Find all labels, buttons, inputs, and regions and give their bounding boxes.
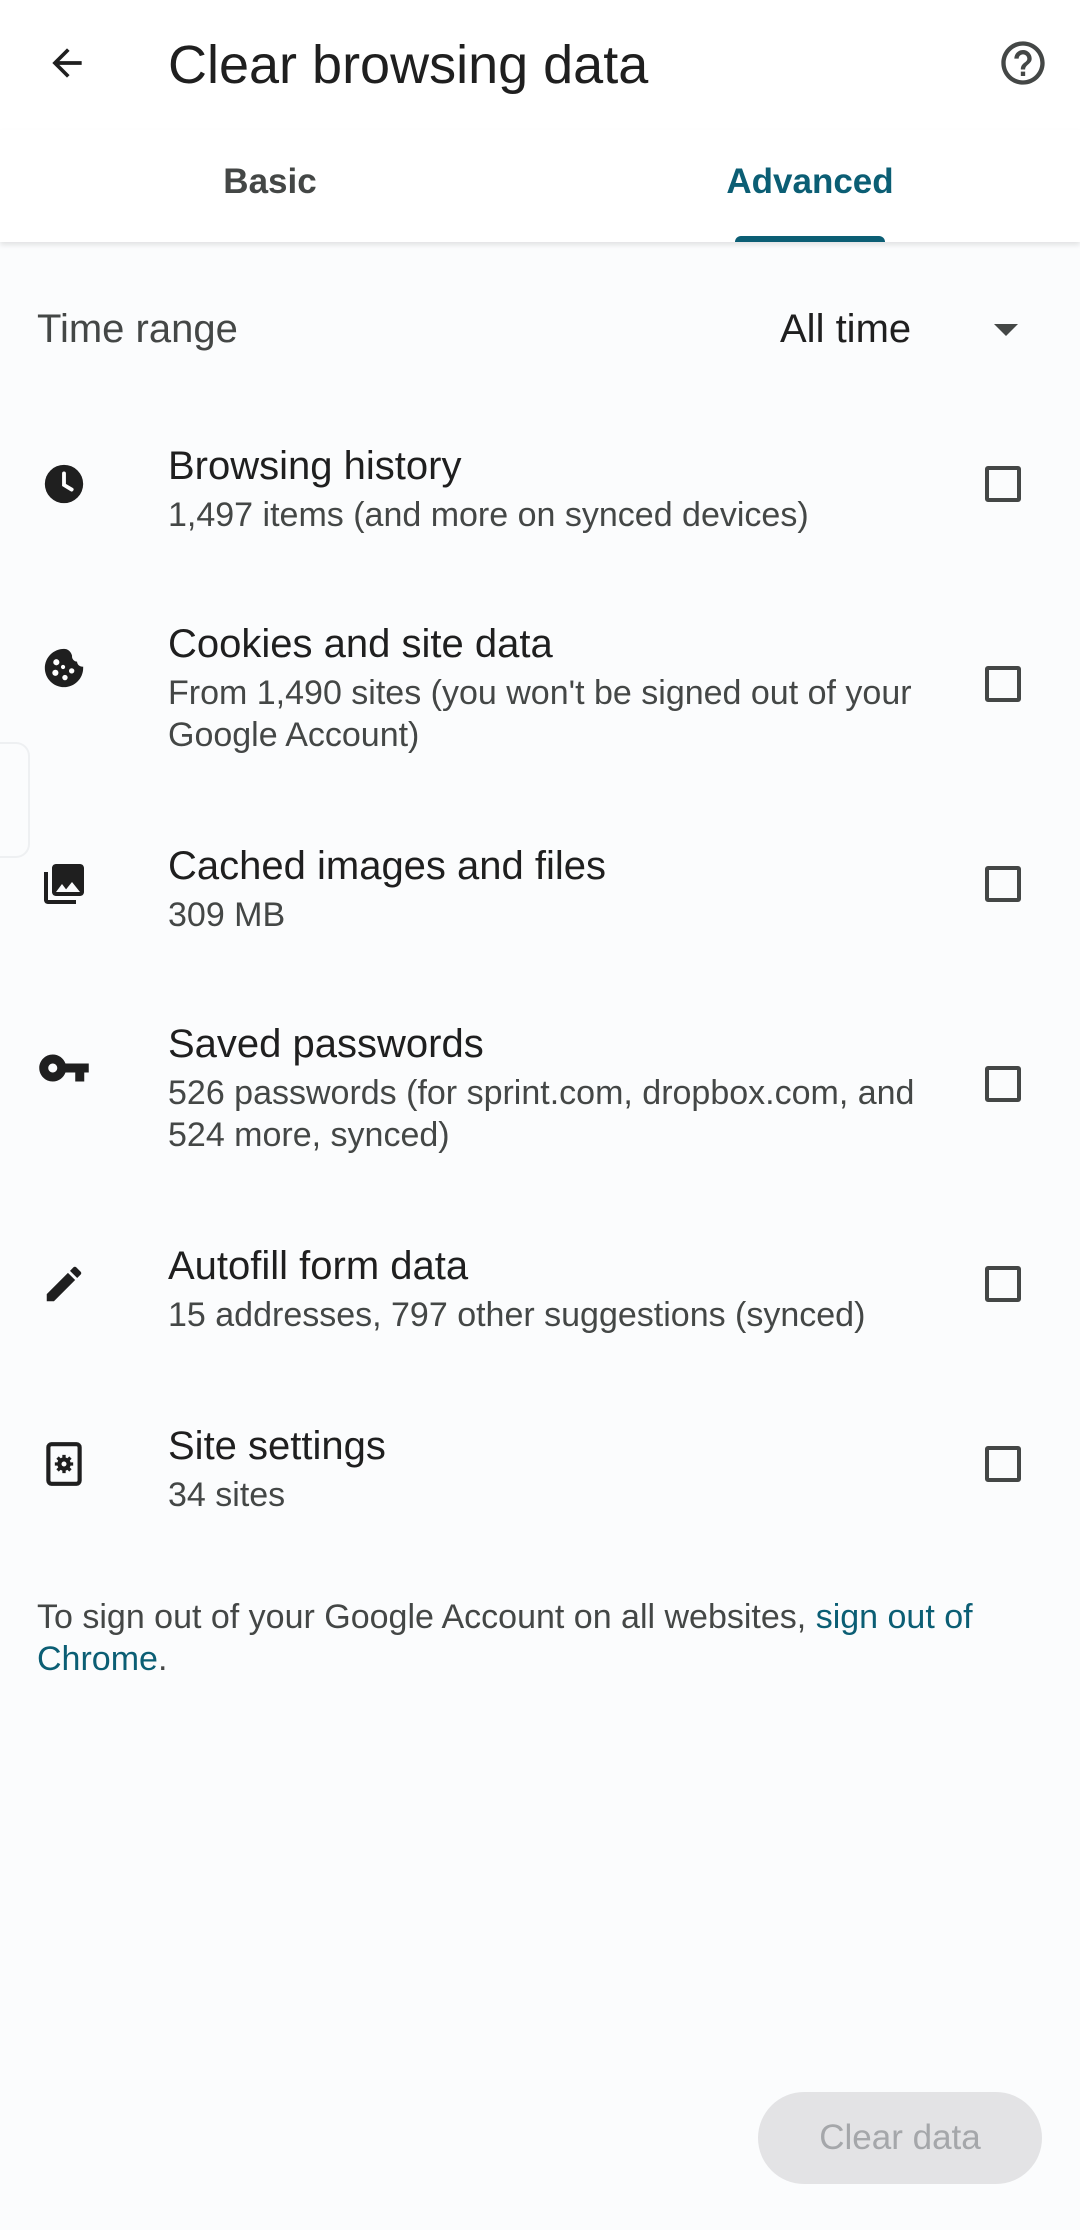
option-title: Cached images and files xyxy=(168,844,607,888)
checkbox-cached-images[interactable] xyxy=(985,866,1021,902)
top-app-bar: Clear browsing data xyxy=(0,0,1080,130)
option-title: Saved passwords xyxy=(168,1022,484,1066)
option-subtitle: From 1,490 sites (you won't be signed ou… xyxy=(168,674,912,754)
checkbox-site-settings[interactable] xyxy=(985,1446,1021,1482)
cookie-icon xyxy=(36,640,92,696)
option-subtitle: 34 sites xyxy=(168,1476,286,1514)
tab-basic[interactable]: Basic xyxy=(0,130,540,242)
help-button[interactable] xyxy=(986,28,1060,102)
arrow-back-icon xyxy=(45,41,89,90)
option-title: Cookies and site data xyxy=(168,622,553,666)
back-button[interactable] xyxy=(30,28,104,102)
option-title: Autofill form data xyxy=(168,1244,469,1288)
checkbox-autofill[interactable] xyxy=(985,1266,1021,1302)
option-saved-passwords[interactable]: Saved passwords 526 passwords (for sprin… xyxy=(0,1010,1080,1170)
checkbox-saved-passwords[interactable] xyxy=(985,1066,1021,1102)
option-browsing-history[interactable]: Browsing history 1,497 items (and more o… xyxy=(0,430,1080,570)
option-subtitle: 526 passwords (for sprint.com, dropbox.c… xyxy=(168,1074,915,1154)
tab-bar: Basic Advanced xyxy=(0,130,1080,242)
time-range-value: All time xyxy=(780,306,912,351)
dropdown-arrow-icon xyxy=(994,324,1018,336)
option-subtitle: 309 MB xyxy=(168,896,286,934)
checkbox-browsing-history[interactable] xyxy=(985,466,1021,502)
pencil-icon xyxy=(36,1256,92,1312)
option-title: Browsing history xyxy=(168,444,462,488)
time-range-label: Time range xyxy=(37,307,238,351)
option-subtitle: 15 addresses, 797 other suggestions (syn… xyxy=(168,1296,866,1334)
sign-out-note-text: To sign out of your Google Account on al… xyxy=(37,1598,816,1636)
clear-data-button[interactable]: Clear data xyxy=(758,2092,1042,2184)
option-site-settings[interactable]: Site settings 34 sites xyxy=(0,1410,1080,1550)
sign-out-note: To sign out of your Google Account on al… xyxy=(37,1596,1037,1680)
image-icon xyxy=(36,856,92,912)
site-settings-icon xyxy=(36,1436,92,1492)
selected-tab-indicator xyxy=(735,236,885,242)
option-autofill[interactable]: Autofill form data 15 addresses, 797 oth… xyxy=(0,1230,1080,1370)
option-cookies[interactable]: Cookies and site data From 1,490 sites (… xyxy=(0,610,1080,770)
key-icon xyxy=(36,1040,92,1096)
help-circle-icon xyxy=(997,37,1049,94)
clock-icon xyxy=(36,456,92,512)
page-title: Clear browsing data xyxy=(168,35,649,95)
option-subtitle: 1,497 items (and more on synced devices) xyxy=(168,496,809,534)
sign-out-note-end: . xyxy=(157,1640,168,1678)
option-title: Site settings xyxy=(168,1424,386,1468)
time-range-dropdown[interactable]: All time xyxy=(780,294,1042,364)
checkbox-cookies[interactable] xyxy=(985,666,1021,702)
option-cached-images[interactable]: Cached images and files 309 MB xyxy=(0,830,1080,970)
tab-advanced[interactable]: Advanced xyxy=(540,130,1080,242)
